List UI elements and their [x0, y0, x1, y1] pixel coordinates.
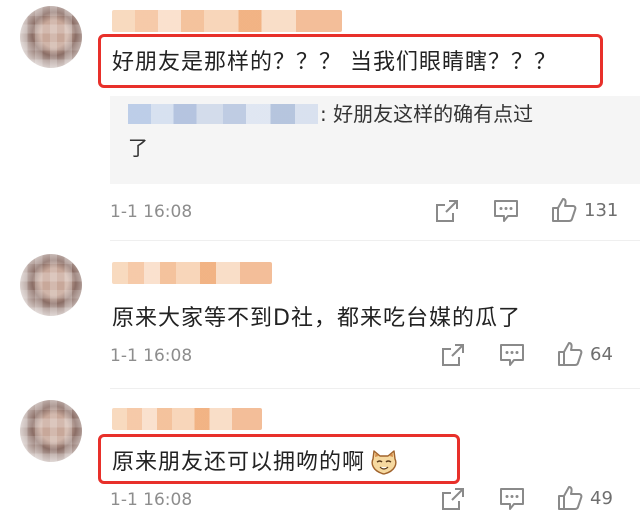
username[interactable] [112, 408, 262, 430]
avatar[interactable] [20, 254, 82, 316]
username[interactable] [112, 10, 342, 32]
thumbs-up-icon [558, 342, 583, 366]
like-button[interactable]: 49 [556, 484, 613, 512]
share-button[interactable] [440, 342, 466, 368]
like-button[interactable]: 131 [550, 196, 618, 224]
thumbs-up-icon [552, 198, 577, 222]
comment-text: 原来大家等不到D社，都来吃台媒的瓜了 [112, 306, 521, 331]
avatar[interactable] [20, 6, 82, 68]
share-button[interactable] [434, 198, 460, 224]
avatar[interactable] [20, 400, 82, 462]
comment-button[interactable] [498, 486, 526, 512]
like-count: 49 [590, 487, 613, 509]
thumbs-up-icon [558, 486, 583, 510]
like-count: 64 [590, 343, 613, 365]
reply-text-line1: : 好朋友这样的确有点过 [320, 102, 534, 126]
timestamp: 1-1 16:08 [110, 346, 193, 366]
share-button[interactable] [440, 486, 466, 512]
share-icon [436, 200, 458, 222]
comment-button[interactable] [498, 342, 526, 368]
timestamp: 1-1 16:08 [110, 202, 193, 222]
comment-text-content: 原来朋友还可以拥吻的啊 [112, 450, 366, 475]
comment-item: 原来大家等不到D社，都来吃台媒的瓜了 1-1 16:08 64 [0, 240, 640, 390]
share-icon [442, 488, 464, 510]
like-count: 131 [584, 199, 619, 221]
comment-icon [500, 488, 524, 510]
comment-icon [494, 200, 518, 222]
reply-username[interactable] [128, 104, 318, 124]
share-icon [442, 344, 464, 366]
comment-item: 原来朋友还可以拥吻的啊 1-1 16:08 49 [0, 388, 640, 520]
like-button[interactable]: 64 [556, 340, 613, 368]
username[interactable] [112, 262, 272, 284]
cat-face-emoji [371, 450, 397, 475]
timestamp: 1-1 16:08 [110, 490, 193, 510]
comment-item: 好朋友是那样的？？？ 当我们眼睛瞎？？？ : 好朋友这样的确有点过 了 1-1 … [0, 0, 640, 240]
comment-text: 好朋友是那样的？？？ 当我们眼睛瞎？？？ [112, 50, 557, 75]
reply-preview[interactable]: : 好朋友这样的确有点过 了 [110, 96, 640, 184]
comment-button[interactable] [492, 198, 520, 224]
comment-text: 原来朋友还可以拥吻的啊 [112, 444, 399, 477]
reply-text-line2: 了 [128, 136, 148, 160]
comment-icon [500, 344, 524, 366]
